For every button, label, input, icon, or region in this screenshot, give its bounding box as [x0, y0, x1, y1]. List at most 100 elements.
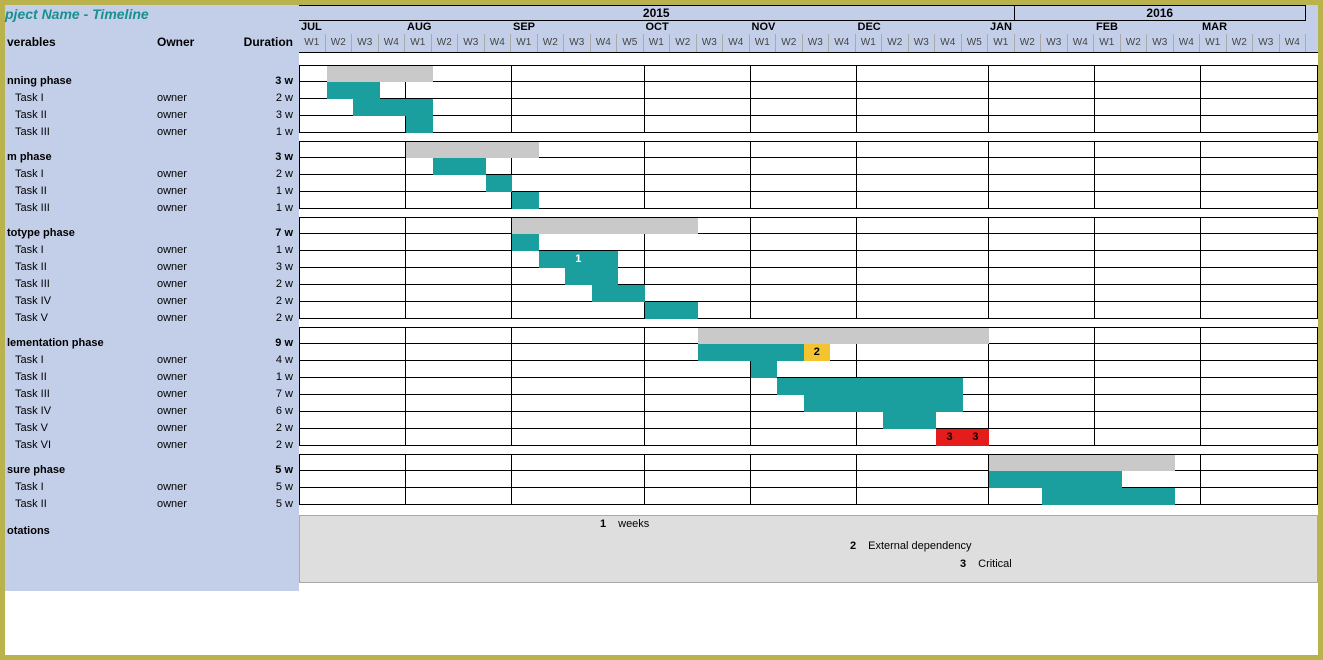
task-row — [299, 488, 1318, 505]
annotation-text: weeks — [618, 518, 649, 530]
month-label: NOV — [750, 20, 856, 34]
task-name: Task II — [5, 496, 157, 513]
task-bar — [804, 395, 963, 412]
critical-bar: 33 — [936, 429, 989, 446]
task-duration: 6 w — [227, 403, 299, 420]
phase-name: lementation phase — [5, 335, 157, 352]
task-duration: 2 w — [227, 90, 299, 107]
task-duration: 3 w — [227, 259, 299, 276]
annotation-num: 3 — [960, 558, 966, 570]
week-label: W4 — [1280, 34, 1307, 52]
week-label: W1 — [511, 34, 538, 52]
annotation-num: 2 — [850, 540, 856, 552]
task-row — [299, 234, 1318, 251]
week-label: W4 — [379, 34, 406, 52]
week-label: W2 — [326, 34, 353, 52]
phase-summary-row — [299, 454, 1318, 471]
task-bar — [512, 234, 539, 251]
week-label: W3 — [803, 34, 830, 52]
month-label: AUG — [405, 20, 511, 34]
hdr-duration: Duration — [227, 35, 299, 49]
phase-summary-row — [299, 327, 1318, 344]
phase-duration: 5 w — [227, 462, 299, 479]
week-label: W1 — [644, 34, 671, 52]
task-duration: 2 w — [227, 293, 299, 310]
task-bar — [565, 268, 618, 285]
task-name: Task VI — [5, 437, 157, 454]
month-label: JUL — [299, 20, 405, 34]
task-duration: 1 w — [227, 369, 299, 386]
annotation-text: Critical — [978, 558, 1012, 570]
task-row: 1 — [299, 251, 1318, 268]
task-owner: owner — [157, 420, 227, 437]
task-name: Task III — [5, 386, 157, 403]
task-name: Task IV — [5, 403, 157, 420]
summary-bar — [512, 218, 698, 235]
task-duration: 2 w — [227, 166, 299, 183]
week-label: W1 — [405, 34, 432, 52]
task-bar — [751, 361, 778, 378]
hdr-deliverables: verables — [5, 35, 157, 49]
task-name: Task II — [5, 107, 157, 124]
task-row — [299, 395, 1318, 412]
task-duration: 7 w — [227, 386, 299, 403]
week-label: W5 — [962, 34, 989, 52]
task-bar — [777, 378, 963, 395]
summary-bar — [327, 66, 433, 83]
phase-name: m phase — [5, 149, 157, 166]
task-duration: 5 w — [227, 496, 299, 513]
month-label: DEC — [856, 20, 989, 34]
week-label: W1 — [856, 34, 883, 52]
task-row: 2 — [299, 344, 1318, 361]
month-label: FEB — [1094, 20, 1200, 34]
task-owner: owner — [157, 369, 227, 386]
task-owner: owner — [157, 242, 227, 259]
task-duration: 3 w — [227, 107, 299, 124]
week-label: W1 — [750, 34, 777, 52]
task-duration: 2 w — [227, 420, 299, 437]
month-label: SEP — [511, 20, 644, 34]
week-label: W4 — [485, 34, 512, 52]
week-label: W1 — [988, 34, 1015, 52]
week-label: W2 — [1121, 34, 1148, 52]
task-row — [299, 158, 1318, 175]
task-row — [299, 99, 1318, 116]
chart-title: pject Name - Timeline — [5, 5, 299, 29]
task-owner: owner — [157, 403, 227, 420]
task-duration: 2 w — [227, 276, 299, 293]
task-row — [299, 285, 1318, 302]
summary-bar — [989, 455, 1175, 472]
annotations-header: otations — [5, 523, 299, 591]
task-name: Task III — [5, 124, 157, 141]
task-name: Task I — [5, 352, 157, 369]
task-row — [299, 302, 1318, 319]
phase-duration: 3 w — [227, 149, 299, 166]
phase-name: totype phase — [5, 225, 157, 242]
task-row — [299, 268, 1318, 285]
phase-summary-row — [299, 141, 1318, 158]
phase-duration: 7 w — [227, 225, 299, 242]
week-label: W2 — [776, 34, 803, 52]
week-label: W2 — [670, 34, 697, 52]
week-label: W4 — [1068, 34, 1095, 52]
task-name: Task II — [5, 259, 157, 276]
task-owner: owner — [157, 293, 227, 310]
month-label: JAN — [988, 20, 1094, 34]
week-label: W2 — [1015, 34, 1042, 52]
week-label: W1 — [299, 34, 326, 52]
phase-duration: 3 w — [227, 73, 299, 90]
task-owner: owner — [157, 479, 227, 496]
column-headers: verables Owner Duration — [5, 29, 299, 61]
week-label: W3 — [1253, 34, 1280, 52]
week-label: W3 — [458, 34, 485, 52]
task-owner: owner — [157, 276, 227, 293]
week-label: W4 — [723, 34, 750, 52]
summary-bar — [698, 328, 990, 345]
task-owner: owner — [157, 259, 227, 276]
task-duration: 4 w — [227, 352, 299, 369]
week-label: W5 — [617, 34, 644, 52]
annotation-text: External dependency — [868, 540, 971, 552]
task-row — [299, 175, 1318, 192]
week-label: W3 — [909, 34, 936, 52]
task-owner: owner — [157, 166, 227, 183]
